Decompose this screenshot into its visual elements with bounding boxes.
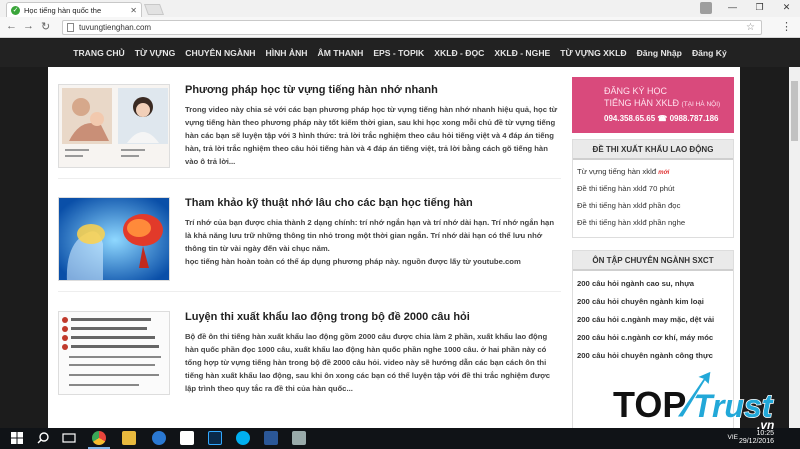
post-divider <box>58 178 561 179</box>
tab-close-icon[interactable]: ✕ <box>130 6 137 15</box>
nav-am-thanh[interactable]: ÂM THANH <box>318 48 364 58</box>
nav-tu-vung[interactable]: TỪ VỰNG <box>135 48 176 58</box>
page-info-icon[interactable] <box>67 23 74 32</box>
windows-start-icon[interactable] <box>10 431 24 445</box>
chrome-taskbar-icon[interactable] <box>92 431 106 445</box>
widget-title: ÔN TẬP CHUYÊN NGÀNH SXCT <box>573 251 733 271</box>
banner-line-1: ĐĂNG KÝ HỌC <box>604 86 668 96</box>
bookmark-star-icon[interactable]: ☆ <box>746 21 755 34</box>
nav-chuyen-nganh[interactable]: CHUYÊN NGÀNH <box>185 48 255 58</box>
svg-text:.vn: .vn <box>757 418 774 432</box>
nav-hinh-anh[interactable]: HÌNH ẢNH <box>265 48 307 58</box>
exam-widget: ĐỀ THI XUẤT KHẨU LAO ĐỘNG Từ vựng tiếng … <box>572 139 734 238</box>
word-icon[interactable] <box>264 431 278 445</box>
forward-icon[interactable]: → <box>23 20 34 32</box>
toptrust-watermark-logo: TOP Trust .vn <box>612 370 775 432</box>
back-icon[interactable]: ← <box>6 20 17 32</box>
widget-link[interactable]: 200 câu hỏi c.ngành cơ khí, máy móc <box>573 329 733 347</box>
site-favicon-icon: ✓ <box>11 5 20 15</box>
registration-banner[interactable]: ĐĂNG KÝ HỌC TIẾNG HÀN XKLĐ (TẠI HÀ NỘI) … <box>572 77 734 133</box>
reload-icon[interactable]: ↻ <box>41 20 50 33</box>
nav-dang-nhap[interactable]: Đăng Nhập <box>637 48 682 58</box>
svg-text:TOP: TOP <box>613 384 686 425</box>
store-icon[interactable] <box>180 431 194 445</box>
browser-tabbar: ✓ Học tiếng hàn quốc the ✕ — ❐ ✕ <box>0 0 800 17</box>
banner-phones: 094.358.65.65 ☎ 0988.787.186 <box>604 114 719 123</box>
scrollbar-thumb[interactable] <box>791 81 798 141</box>
banner-line-2: TIẾNG HÀN XKLĐ (TẠI HÀ NỘI) <box>604 98 721 108</box>
widget-link[interactable]: 200 câu hỏi c.ngành may mặc, dệt vải <box>573 311 733 329</box>
post-excerpt: Trong video này chia sẻ với các bạn phươ… <box>185 105 558 166</box>
nav-eps-topik[interactable]: EPS - TOPIK <box>373 48 424 58</box>
nav-xkld-nghe[interactable]: XKLĐ - NGHE <box>494 48 550 58</box>
address-toolbar: ← → ↻ tuvungtienghan.com ☆ ⋮ <box>0 17 800 38</box>
profile-icon[interactable] <box>700 2 712 14</box>
widget-link[interactable]: 200 câu hỏi ngành cao su, nhựa <box>573 275 733 293</box>
search-icon[interactable] <box>36 431 50 445</box>
post-title[interactable]: Luyện thi xuất khẩu lao động trong bộ đề… <box>185 311 470 323</box>
post-title[interactable]: Phương pháp học từ vựng tiếng hàn nhớ nh… <box>185 84 438 96</box>
minimize-icon[interactable]: — <box>719 0 746 17</box>
post-excerpt: Trí nhớ của bạn được chia thành 2 dạng c… <box>185 218 555 266</box>
address-bar-input[interactable]: tuvungtienghan.com ☆ <box>62 20 762 35</box>
maximize-icon[interactable]: ❐ <box>746 0 773 17</box>
tab-title: Học tiếng hàn quốc the <box>24 5 102 15</box>
language-indicator[interactable]: VIE <box>728 434 738 441</box>
widget-link[interactable]: Đề thi tiếng hàn xklđ phần đọc <box>573 197 733 214</box>
post-thumbnail[interactable] <box>58 84 170 168</box>
new-tab-button[interactable] <box>143 4 165 15</box>
skype-icon[interactable] <box>236 431 250 445</box>
url-text: tuvungtienghan.com <box>79 23 152 32</box>
nav-xkld-doc[interactable]: XKLĐ - ĐỌC <box>434 48 484 58</box>
site-navigation: TRANG CHỦ TỪ VỰNG CHUYÊN NGÀNH HÌNH ẢNH … <box>0 39 800 67</box>
nav-dang-ky[interactable]: Đăng Ký <box>692 48 727 58</box>
nav-tu-vung-xkld[interactable]: TỪ VỰNG XKLĐ <box>560 48 626 58</box>
app-icon[interactable] <box>292 431 306 445</box>
widget-link[interactable]: Đề thi tiếng hàn xklđ 70 phút <box>573 180 733 197</box>
close-window-icon[interactable]: ✕ <box>773 0 800 17</box>
post-list: Phương pháp học từ vựng tiếng hàn nhớ nh… <box>48 67 561 428</box>
post-thumbnail[interactable] <box>58 197 170 281</box>
task-view-icon[interactable] <box>62 431 76 445</box>
widget-title: ĐỀ THI XUẤT KHẨU LAO ĐỘNG <box>573 140 733 160</box>
file-explorer-icon[interactable] <box>122 431 136 445</box>
new-badge: mới <box>658 170 670 176</box>
browser-tab[interactable]: ✓ Học tiếng hàn quốc the ✕ <box>6 2 142 17</box>
widget-link[interactable]: Đề thi tiếng hàn xklđ phần nghe <box>573 214 733 231</box>
post-thumbnail[interactable] <box>58 311 170 395</box>
chrome-menu-icon[interactable]: ⋮ <box>781 20 792 33</box>
nav-trang-chu[interactable]: TRANG CHỦ <box>73 48 125 58</box>
photoshop-icon[interactable] <box>208 431 222 445</box>
post-title[interactable]: Tham khảo kỹ thuật nhớ lâu cho các bạn h… <box>185 197 473 209</box>
edge-icon[interactable] <box>152 431 166 445</box>
widget-link[interactable]: 200 câu hỏi chuyên ngành công thực <box>573 347 733 365</box>
widget-link[interactable]: 200 câu hỏi chuyên ngành kim loại <box>573 293 733 311</box>
window-controls: — ❐ ✕ <box>719 0 800 17</box>
post-divider <box>58 291 561 292</box>
post-excerpt: Bộ đề ôn thi tiếng hàn xuất khẩu lao độn… <box>185 332 551 393</box>
widget-link[interactable]: Từ vựng tiếng hàn xklđ mới <box>573 163 733 180</box>
